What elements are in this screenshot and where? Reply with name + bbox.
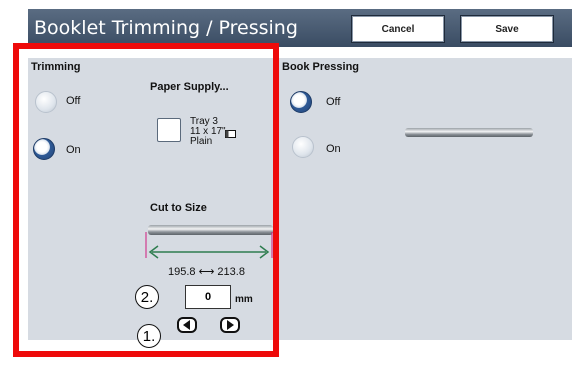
book-pressing-heading: Book Pressing (282, 61, 360, 73)
pressing-rod-illustration (405, 128, 533, 137)
highlight-frame (13, 43, 279, 357)
pressing-off-label: Off (326, 96, 341, 108)
cancel-button[interactable]: Cancel (351, 15, 445, 43)
save-button[interactable]: Save (460, 15, 554, 43)
pressing-on-label: On (326, 143, 341, 155)
pressing-on-radio[interactable] (292, 136, 314, 158)
page-title: Booklet Trimming / Pressing (34, 17, 298, 39)
title-bar: Booklet Trimming / Pressing Cancel Save (28, 9, 572, 47)
pressing-off-radio[interactable] (290, 91, 312, 113)
